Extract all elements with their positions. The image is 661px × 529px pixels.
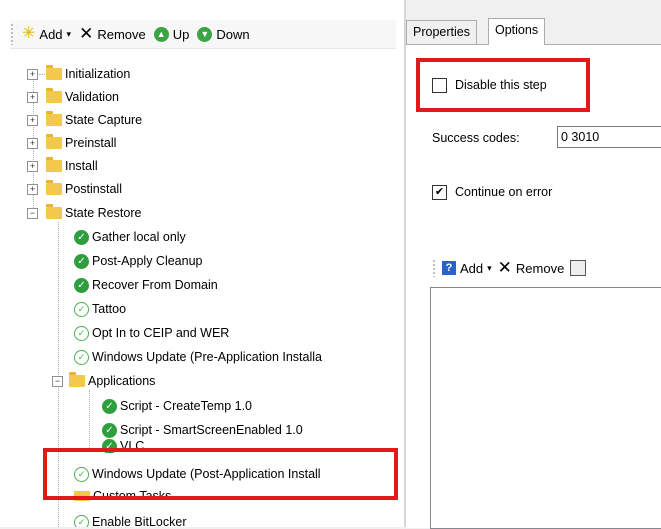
tree-item-label: Recover From Domain	[92, 278, 218, 292]
success-codes-input[interactable]: 0 3010	[557, 126, 661, 148]
success-check-icon: ✓	[74, 277, 89, 293]
tree-item-label: Gather local only	[92, 230, 186, 244]
collapse-icon[interactable]: −	[27, 208, 38, 219]
tree-item-label: Applications	[88, 374, 156, 388]
collapse-icon[interactable]: −	[52, 376, 63, 387]
expand-icon[interactable]: +	[27, 92, 38, 103]
disabled-check-icon: ✓	[74, 325, 89, 341]
expand-icon[interactable]: +	[27, 115, 38, 126]
tab-label: Properties	[413, 25, 470, 39]
continue-on-error-label: Continue on error	[455, 185, 553, 199]
disabled-check-icon: ✓	[74, 514, 89, 527]
tree-line	[89, 390, 90, 450]
condition-remove-label: Remove	[515, 260, 565, 276]
remove-x-icon: ✕	[497, 258, 512, 277]
expand-icon[interactable]: +	[27, 184, 38, 195]
tree-item-gather-local-only[interactable]: ✓ Gather local only	[74, 226, 186, 248]
task-tree: + Initialization + Validation + State Ca…	[0, 0, 404, 527]
tree-item-label: Preinstall	[65, 136, 117, 150]
tree-item-label: State Restore	[65, 206, 142, 220]
tree-item-recover-from-domain[interactable]: ✓ Recover From Domain	[74, 274, 218, 296]
conditions-toolbar: ? Add ▾ ✕ Remove	[432, 257, 587, 279]
checkbox-box-checked[interactable]: ✔	[432, 184, 447, 200]
tree-item-tattoo[interactable]: ✓ Tattoo	[74, 298, 126, 320]
tree-item-label: State Capture	[65, 113, 143, 127]
success-codes-label: Success codes:	[432, 127, 520, 149]
tree-item-label: Validation	[65, 90, 119, 104]
condition-remove-button[interactable]: ✕ Remove	[497, 258, 565, 277]
tree-item-applications[interactable]: − Applications	[52, 370, 155, 392]
folder-icon	[46, 111, 62, 126]
folder-icon	[46, 204, 62, 219]
tree-item-state-restore[interactable]: − State Restore	[27, 202, 142, 224]
tree-item-validation[interactable]: + Validation	[27, 86, 119, 108]
tab-label: Options	[495, 23, 539, 37]
properties-icon[interactable]	[570, 260, 587, 276]
tree-item-label: Windows Update (Pre-Application Installa	[92, 350, 322, 364]
folder-icon	[46, 157, 62, 172]
disabled-check-icon: ✓	[74, 349, 89, 365]
tree-item-script-createtemp[interactable]: ✓ Script - CreateTemp 1.0	[102, 395, 252, 417]
tree-item-label: Script - CreateTemp 1.0	[120, 399, 252, 413]
tree-item-label: Opt In to CEIP and WER	[92, 326, 230, 340]
tree-item-script-smartscreen[interactable]: ✓ Script - SmartScreenEnabled 1.0	[102, 419, 303, 441]
tree-item-label: Install	[65, 159, 98, 173]
expand-icon[interactable]: +	[27, 161, 38, 172]
folder-icon	[46, 88, 62, 103]
expand-icon[interactable]: +	[27, 138, 38, 149]
tree-item-initialization[interactable]: + Initialization	[27, 63, 131, 85]
highlight-box-tree	[43, 448, 398, 500]
tab-properties[interactable]: Properties	[406, 20, 477, 46]
highlight-box-options	[416, 58, 590, 112]
tree-item-preinstall[interactable]: + Preinstall	[27, 132, 117, 154]
success-check-icon: ✓	[74, 253, 89, 269]
folder-icon	[46, 134, 62, 149]
tree-item-label: Postinstall	[65, 182, 122, 196]
tree-item-postinstall[interactable]: + Postinstall	[27, 178, 122, 200]
help-icon: ?	[442, 261, 456, 275]
success-codes-value: 0 3010	[561, 130, 600, 144]
condition-add-label: Add	[460, 260, 484, 276]
task-sequence-pane: ✳ Add ▾ ✕ Remove ▲ Up ▼ Down + Initializ…	[0, 0, 404, 527]
disabled-check-icon: ✓	[74, 301, 89, 317]
tree-item-windows-update-pre[interactable]: ✓ Windows Update (Pre-Application Instal…	[74, 346, 322, 368]
success-codes-label-text: Success codes:	[432, 131, 520, 145]
tree-item-state-capture[interactable]: + State Capture	[27, 109, 143, 131]
tree-item-label: Enable BitLocker	[92, 515, 187, 527]
folder-icon	[46, 65, 62, 80]
chevron-down-icon: ▾	[487, 262, 492, 273]
success-check-icon: ✓	[102, 398, 117, 414]
tree-item-label: Post-Apply Cleanup	[92, 254, 203, 268]
success-check-icon: ✓	[102, 422, 117, 438]
folder-icon	[46, 180, 62, 195]
tab-options[interactable]: Options	[488, 18, 546, 45]
tree-item-label: Tattoo	[92, 302, 127, 316]
tree-item-label: Script - SmartScreenEnabled 1.0	[120, 423, 303, 437]
success-check-icon: ✓	[74, 229, 89, 245]
tree-item-install[interactable]: + Install	[27, 155, 98, 177]
folder-icon	[69, 372, 85, 387]
tree-item-enable-bitlocker[interactable]: ✓ Enable BitLocker	[74, 511, 187, 527]
tree-item-opt-in-ceip[interactable]: ✓ Opt In to CEIP and WER	[74, 322, 229, 344]
conditions-list[interactable]	[430, 287, 661, 529]
condition-add-button[interactable]: ? Add ▾	[442, 261, 492, 276]
expand-icon[interactable]: +	[27, 69, 38, 80]
continue-on-error-checkbox[interactable]: ✔ Continue on error	[432, 181, 552, 203]
tree-item-label: Initialization	[65, 67, 131, 81]
tree-item-post-apply-cleanup[interactable]: ✓ Post-Apply Cleanup	[74, 250, 202, 272]
toolbar-grip[interactable]	[432, 259, 436, 277]
